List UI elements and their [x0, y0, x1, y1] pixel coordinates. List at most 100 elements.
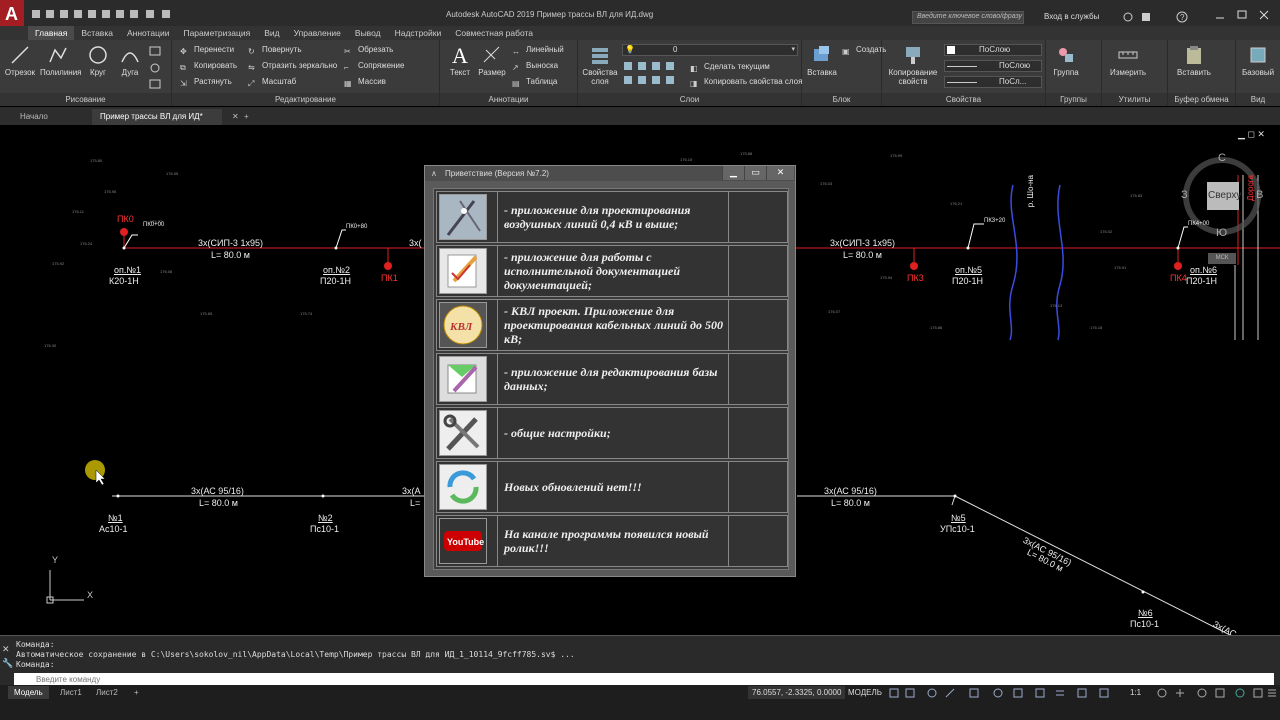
- stretch-button[interactable]: ⇲ Растянуть: [180, 75, 232, 89]
- panel-title-groups[interactable]: Группы: [1046, 93, 1101, 106]
- annotation-scale[interactable]: 1:1: [1130, 686, 1141, 699]
- layout-tab-sheet2[interactable]: Лист2: [90, 686, 124, 699]
- scale-button[interactable]: ⤢ Масштаб: [248, 75, 296, 89]
- panel-title-clipboard[interactable]: Буфер обмена: [1168, 93, 1235, 106]
- tab-collaborate[interactable]: Совместная работа: [448, 26, 540, 40]
- tab-view[interactable]: Вид: [257, 26, 286, 40]
- color-dropdown[interactable]: ПоСлою: [944, 44, 1042, 56]
- ucs-menu-button[interactable]: МСК: [1208, 253, 1236, 264]
- paste-button[interactable]: Вставить: [1174, 44, 1214, 77]
- layer-tool-icons[interactable]: [622, 60, 688, 88]
- command-settings-icon[interactable]: 🔧: [2, 658, 13, 669]
- viewcube-east[interactable]: В: [1256, 189, 1263, 201]
- dimension-button[interactable]: Размер: [474, 44, 510, 77]
- app-row-database-edit[interactable]: - приложение для редактирования базы дан…: [436, 353, 788, 405]
- match-properties-button[interactable]: Копирование свойств: [884, 44, 942, 86]
- linear-button[interactable]: ↔ Линейный: [512, 43, 564, 57]
- match-layer-button[interactable]: ◨ Копировать свойства слоя: [690, 75, 802, 89]
- trim-button[interactable]: ✂ Обрезать: [344, 43, 393, 57]
- lower-span2-cable: 3х(А: [402, 486, 421, 496]
- panel-title-draw[interactable]: Рисование: [0, 93, 171, 106]
- viewcube-south[interactable]: Ю: [1216, 227, 1227, 239]
- draw-extra-icons[interactable]: [146, 44, 170, 90]
- app-row-youtube[interactable]: YouTube На канале программы появился нов…: [436, 515, 788, 567]
- app-row-updates[interactable]: Новых обновлений нет!!!: [436, 461, 788, 513]
- dialog-minimize-button[interactable]: ▁: [722, 166, 744, 180]
- tab-manage[interactable]: Управление: [287, 26, 348, 40]
- panel-title-block[interactable]: Блок: [802, 93, 881, 106]
- dialog-menu-icon[interactable]: ∧: [431, 166, 437, 181]
- fillet-button[interactable]: ⌐ Сопряжение: [344, 59, 404, 73]
- linetype-dropdown[interactable]: ПоСл...: [944, 76, 1042, 88]
- new-tab-icon[interactable]: +: [236, 109, 257, 125]
- make-current-button[interactable]: ◧ Сделать текущим: [690, 60, 770, 74]
- insert-block-button[interactable]: Вставка: [804, 44, 840, 77]
- layout-tab-sheet1[interactable]: Лист1: [54, 686, 88, 699]
- command-close-icon[interactable]: ✕: [2, 644, 10, 655]
- measure-icon: [1118, 51, 1138, 59]
- command-input[interactable]: [14, 673, 1274, 685]
- sign-in-button[interactable]: Вход в службы: [1044, 12, 1099, 21]
- viewcube-top[interactable]: Сверху: [1208, 190, 1241, 201]
- layer-properties-button[interactable]: Свойства слоя: [580, 44, 620, 86]
- app-row-settings[interactable]: - общие настройки;: [436, 407, 788, 459]
- leader-button[interactable]: ↗ Выноска: [512, 59, 558, 73]
- viewcube-north[interactable]: С: [1218, 152, 1226, 164]
- viewcube-west[interactable]: З: [1181, 189, 1188, 201]
- base-view-button[interactable]: Базовый: [1238, 44, 1278, 77]
- panel-title-annotation[interactable]: Аннотации: [440, 93, 577, 106]
- mirror-button[interactable]: ⇋ Отразить зеркально: [248, 59, 337, 73]
- app-row-kvl-project[interactable]: КВЛ - КВЛ проект. Приложение для проекти…: [436, 299, 788, 351]
- document-tabs: Начало Пример трассы ВЛ для ИД* ✕ +: [0, 107, 1280, 125]
- quick-access-toolbar[interactable]: [30, 8, 200, 20]
- rotate-button[interactable]: ↻ Повернуть: [248, 43, 302, 57]
- table-button[interactable]: ▤ Таблица: [512, 75, 557, 89]
- tab-insert[interactable]: Вставка: [74, 26, 120, 40]
- text-button[interactable]: A Текст: [442, 44, 478, 77]
- app-row-overhead-lines[interactable]: - приложение для проектирования воздушны…: [436, 191, 788, 243]
- dialog-close-button[interactable]: ✕: [766, 166, 794, 180]
- panel-title-properties[interactable]: Свойства: [882, 93, 1045, 106]
- tab-addins[interactable]: Надстройки: [388, 26, 449, 40]
- titlebar-icons[interactable]: ?: [1122, 10, 1192, 26]
- tab-annotate[interactable]: Аннотации: [120, 26, 177, 40]
- status-right-icons[interactable]: [1150, 687, 1278, 699]
- dialog-maximize-button[interactable]: ▭: [744, 166, 766, 180]
- circle-button[interactable]: Круг: [80, 44, 116, 77]
- doc-tab-start[interactable]: Начало: [12, 109, 56, 125]
- panel-title-layers[interactable]: Слои: [578, 93, 801, 106]
- polyline-button[interactable]: Полилиния: [40, 44, 82, 77]
- doc-tab-drawing[interactable]: Пример трассы ВЛ для ИД*: [92, 109, 222, 125]
- measure-button[interactable]: Измерить: [1106, 44, 1150, 77]
- base-view-icon: [1250, 47, 1266, 63]
- viewport-controls[interactable]: ▁ ◻ ✕: [1238, 129, 1265, 140]
- move-button[interactable]: ✥ Перенести: [180, 43, 234, 57]
- search-box[interactable]: Введите ключевое слово/фразу: [912, 11, 1024, 24]
- layout-tab-model[interactable]: Модель: [8, 686, 49, 699]
- arc-button[interactable]: Дуга: [112, 44, 148, 77]
- panel-title-utilities[interactable]: Утилиты: [1102, 93, 1167, 106]
- line-button[interactable]: Отрезок: [2, 44, 38, 77]
- panel-title-modify[interactable]: Редактирование: [172, 93, 439, 106]
- autocad-logo-icon[interactable]: A: [0, 0, 24, 26]
- array-button[interactable]: ▦ Массив: [344, 75, 386, 89]
- tab-parametric[interactable]: Параметризация: [176, 26, 257, 40]
- layer-dropdown[interactable]: 💡 0 ▾: [622, 44, 798, 56]
- n2-label: №2: [318, 513, 333, 523]
- app-row-as-built-docs[interactable]: - приложение для работы с исполнительной…: [436, 245, 788, 297]
- group-button[interactable]: Группа: [1048, 44, 1084, 77]
- coordinates-readout[interactable]: 76.0557, -2.3325, 0.0000: [748, 686, 846, 699]
- command-line: ✕ 🔧 Команда: Автоматическое сохранение в…: [0, 635, 1280, 685]
- panel-title-view[interactable]: Вид: [1236, 93, 1280, 106]
- tab-output[interactable]: Вывод: [348, 26, 388, 40]
- upper-span2-cable: 3х(: [409, 238, 422, 248]
- create-block-button[interactable]: ▣ Создать: [842, 43, 886, 57]
- copy-button[interactable]: ⧉ Копировать: [180, 59, 237, 73]
- tab-home[interactable]: Главная: [28, 26, 75, 40]
- polyline-icon: [49, 47, 67, 63]
- window-controls[interactable]: [1208, 8, 1278, 22]
- add-layout-icon[interactable]: +: [128, 686, 145, 699]
- lineweight-dropdown[interactable]: ПоСлою: [944, 60, 1042, 72]
- model-space-button[interactable]: МОДЕЛЬ: [848, 686, 882, 699]
- status-toggle-icons[interactable]: [888, 687, 1128, 699]
